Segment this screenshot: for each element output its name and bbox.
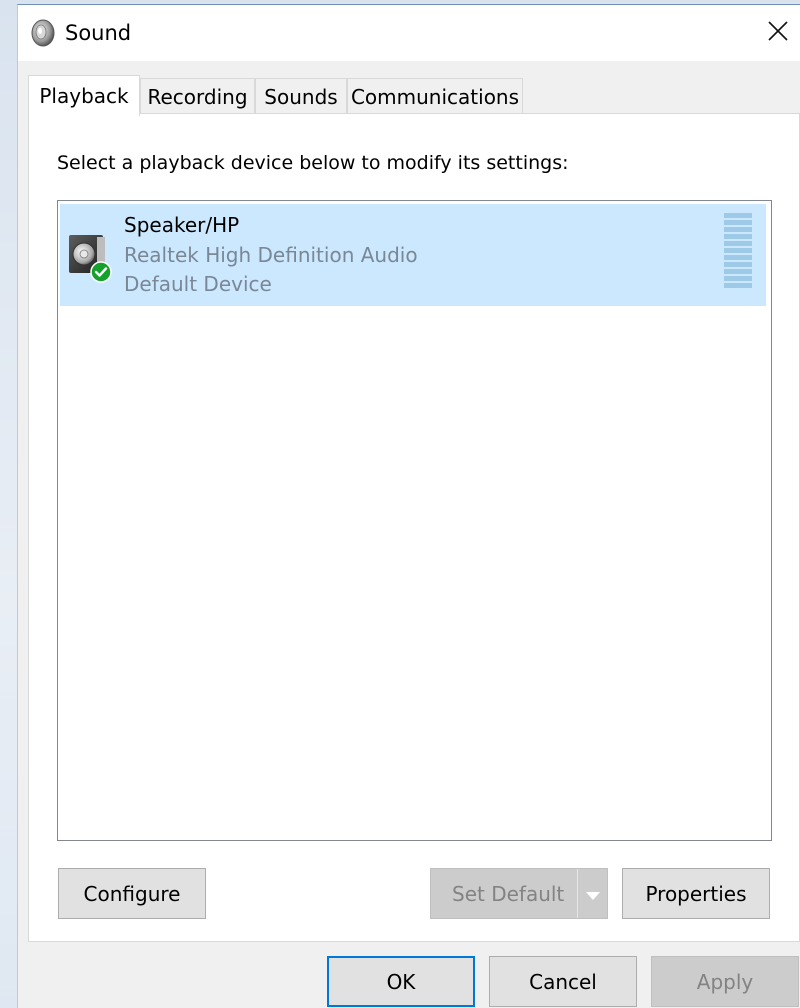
list-item[interactable]: Speaker/HP Realtek High Definition Audio… — [60, 204, 766, 306]
meter-bar — [724, 255, 752, 260]
meter-bar — [724, 248, 752, 253]
speaker-icon — [30, 19, 56, 47]
check-icon — [90, 261, 112, 283]
apply-button[interactable]: Apply — [651, 956, 799, 1007]
close-icon — [767, 20, 789, 46]
meter-bar — [724, 234, 752, 239]
meter-bar — [724, 241, 752, 246]
volume-meter — [724, 213, 754, 293]
window-title: Sound — [65, 21, 132, 45]
chevron-down-icon — [585, 882, 601, 906]
sound-dialog: Sound Playback Recording Sounds Communic… — [17, 4, 800, 1008]
set-default-dropdown[interactable] — [577, 869, 607, 918]
close-button[interactable] — [755, 5, 800, 61]
instruction-text: Select a playback device below to modify… — [57, 152, 569, 174]
tab-communications[interactable]: Communications — [347, 78, 523, 114]
meter-bar — [724, 227, 752, 232]
meter-bar — [724, 269, 752, 274]
tab-recording[interactable]: Recording — [140, 78, 255, 114]
tab-sounds[interactable]: Sounds — [255, 78, 347, 114]
meter-bar — [724, 220, 752, 225]
device-list[interactable]: Speaker/HP Realtek High Definition Audio… — [57, 200, 772, 841]
meter-bar — [724, 213, 752, 218]
meter-bar — [724, 276, 752, 281]
set-default-button[interactable]: Set Default — [430, 868, 608, 919]
ok-button[interactable]: OK — [327, 956, 475, 1007]
properties-button[interactable]: Properties — [622, 868, 770, 919]
cancel-button[interactable]: Cancel — [489, 956, 637, 1007]
title-bar: Sound — [18, 5, 800, 61]
meter-bar — [724, 262, 752, 267]
playback-panel: Select a playback device below to modify… — [28, 113, 800, 942]
device-driver: Realtek High Definition Audio — [124, 243, 418, 267]
device-name: Speaker/HP — [124, 213, 240, 237]
tab-playback[interactable]: Playback — [28, 75, 140, 116]
meter-bar — [724, 283, 752, 288]
device-status: Default Device — [124, 272, 272, 296]
configure-button[interactable]: Configure — [58, 868, 206, 919]
